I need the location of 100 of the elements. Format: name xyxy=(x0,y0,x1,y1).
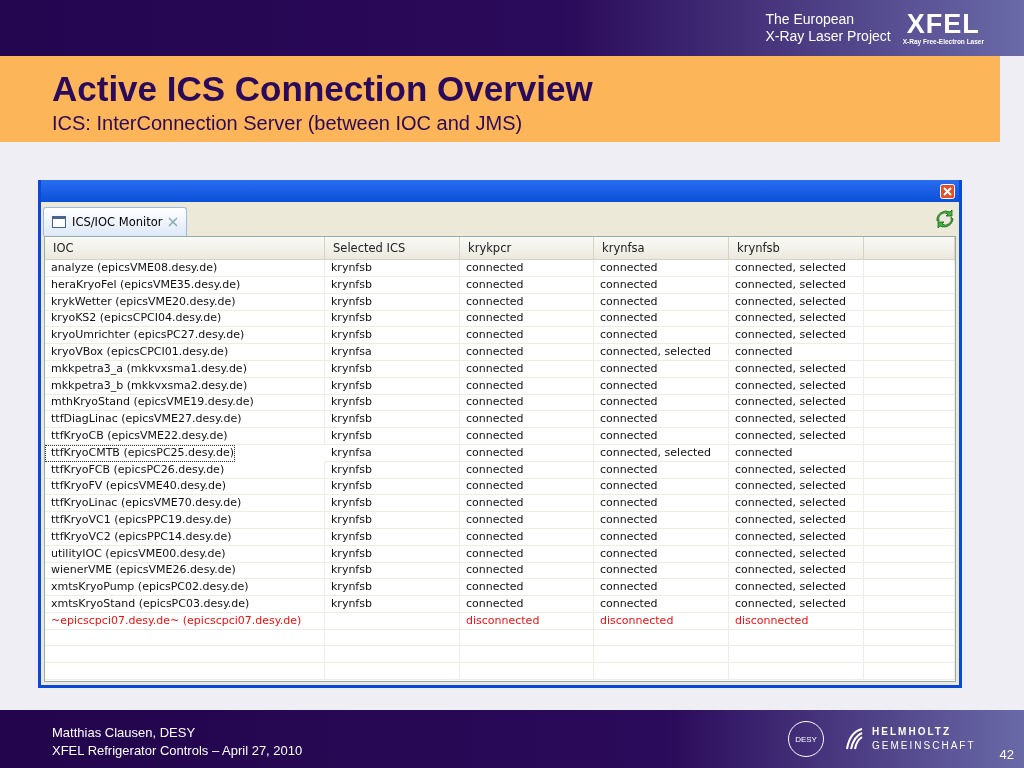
table-cell: connected xyxy=(460,427,594,445)
table-cell: krynfsa xyxy=(325,344,460,361)
table-cell: ttfKryoFV (epicsVME40.desy.de) xyxy=(45,478,325,496)
table-cell: connected, selected xyxy=(729,545,864,563)
page-number: 42 xyxy=(999,747,1014,764)
table-cell: connected xyxy=(594,260,729,277)
table-cell: krynfsb xyxy=(325,276,460,294)
table-cell: krynfsb xyxy=(325,528,460,546)
column-header[interactable]: krykpcr xyxy=(460,237,594,259)
table-cell: connected xyxy=(460,495,594,513)
author-text: Matthias Clausen, DESY xyxy=(52,724,197,742)
table-cell: krykWetter (epicsVME20.desy.de) xyxy=(45,293,325,311)
organization-name: X-Ray Laser Project xyxy=(765,28,891,45)
table-cell: connected, selected xyxy=(729,528,864,546)
table-cell: krynfsb xyxy=(325,293,460,311)
table-cell: ttfKryoLinac (epicsVME70.desy.de) xyxy=(45,495,325,513)
table-cell: ~epicscpci07.desy.de~ (epicscpci07.desy.de) xyxy=(45,612,325,630)
table-cell: krynfsb xyxy=(325,360,460,378)
table-cell: connected, selected xyxy=(729,260,864,277)
table-cell: connected xyxy=(594,461,729,479)
table-cell: connected xyxy=(729,344,864,361)
table-cell: connected xyxy=(460,528,594,546)
table-cell: connected, selected xyxy=(729,394,864,412)
table-cell: heraKryoFel (epicsVME35.desy.de) xyxy=(45,276,325,294)
logo-text: HELMHOLTZ xyxy=(872,725,952,739)
table-cell: connected xyxy=(594,411,729,429)
table-cell: connected xyxy=(460,293,594,311)
table-cell: connected xyxy=(594,511,729,529)
table-cell: connected xyxy=(460,562,594,580)
table-cell: connected xyxy=(460,260,594,277)
table-cell: connected xyxy=(460,595,594,613)
helmholtz-logo-icon xyxy=(844,727,865,751)
table-cell: connected xyxy=(460,511,594,529)
table-cell: connected xyxy=(594,595,729,613)
table-cell: krynfsb xyxy=(325,495,460,513)
table-cell: connected xyxy=(594,562,729,580)
table-cell: disconnected xyxy=(729,612,864,630)
table-cell: connected, selected xyxy=(729,411,864,429)
table-cell: connected xyxy=(460,394,594,412)
table-cell: krynfsb xyxy=(325,511,460,529)
table-cell: utilityIOC (epicsVME00.desy.de) xyxy=(45,545,325,563)
table-cell: connected, selected xyxy=(594,344,729,361)
logo-text: XFEL xyxy=(906,11,980,38)
table-cell: connected xyxy=(594,327,729,345)
table-cell: connected xyxy=(460,327,594,345)
table-cell: connected, selected xyxy=(729,377,864,395)
table-cell: krynfsb xyxy=(325,310,460,328)
table-cell: connected xyxy=(594,293,729,311)
close-tab-icon[interactable] xyxy=(168,217,179,227)
table-cell: connected xyxy=(594,276,729,294)
view-tab[interactable]: ICS/IOC Monitor xyxy=(43,207,188,236)
table-cell: connected xyxy=(460,545,594,563)
table-cell: krynfsb xyxy=(325,478,460,496)
table-cell: connected, selected xyxy=(729,293,864,311)
table-cell: connected xyxy=(594,495,729,513)
close-icon[interactable] xyxy=(940,183,955,199)
table-cell: connected, selected xyxy=(729,595,864,613)
window-icon xyxy=(52,216,66,228)
table-cell: connected xyxy=(594,427,729,445)
table-cell: connected, selected xyxy=(594,444,729,462)
table-cell: disconnected xyxy=(594,612,729,630)
table-cell: ttfKryoVC1 (epicsPPC19.desy.de) xyxy=(45,511,325,529)
table-cell: connected xyxy=(460,344,594,361)
table-cell: krynfsb xyxy=(325,411,460,429)
talk-title: XFEL Refrigerator Controls – April 27, 2010 xyxy=(52,742,304,760)
table-cell: ttfKryoCMTB (epicsPC25.desy.de) xyxy=(45,444,236,462)
table-cell: ttfKryoCB (epicsVME22.desy.de) xyxy=(45,427,325,445)
table-cell: krynfsb xyxy=(325,427,460,445)
table-cell: connected, selected xyxy=(729,310,864,328)
column-header[interactable]: Selected ICS xyxy=(325,237,460,259)
table-cell: connected xyxy=(594,310,729,328)
table-cell: connected, selected xyxy=(729,461,864,479)
table-cell: connected xyxy=(594,545,729,563)
organization-name: The European xyxy=(765,11,856,28)
table-cell: connected xyxy=(460,461,594,479)
table-cell: kryoUmrichter (epicsPC27.desy.de) xyxy=(45,327,325,345)
table-cell: krynfsb xyxy=(325,260,460,277)
table-cell: kryoKS2 (epicsCPCI04.desy.de) xyxy=(45,310,325,328)
logo-text: GEMEINSCHAFT xyxy=(872,739,976,753)
table-cell: ttfKryoVC2 (epicsPPC14.desy.de) xyxy=(45,528,325,546)
table-cell: connected xyxy=(460,310,594,328)
table-cell: connected, selected xyxy=(729,495,864,513)
table-cell: connected xyxy=(460,579,594,597)
refresh-icon[interactable] xyxy=(935,209,955,229)
table-cell: krynfsb xyxy=(325,327,460,345)
table-cell: mkkpetra3_a (mkkvxsma1.desy.de) xyxy=(45,360,325,378)
table-cell: krynfsa xyxy=(325,444,460,462)
table-cell: xmtsKryoPump (epicsPC02.desy.de) xyxy=(45,579,325,597)
table-cell: connected, selected xyxy=(729,511,864,529)
table-cell: connected xyxy=(594,360,729,378)
table-cell: connected, selected xyxy=(729,276,864,294)
column-header[interactable]: IOC xyxy=(45,237,325,259)
table-cell: connected xyxy=(460,360,594,378)
table-cell: analyze (epicsVME08.desy.de) xyxy=(45,260,325,277)
column-header[interactable]: krynfsb xyxy=(729,237,864,259)
column-header[interactable]: krynfsa xyxy=(594,237,729,259)
table-cell: krynfsb xyxy=(325,394,460,412)
table-cell: connected xyxy=(594,579,729,597)
table-cell: mkkpetra3_b (mkkvxsma2.desy.de) xyxy=(45,377,325,395)
slide-subtitle: ICS: InterConnection Server (between IOC and JMS) xyxy=(52,112,524,135)
